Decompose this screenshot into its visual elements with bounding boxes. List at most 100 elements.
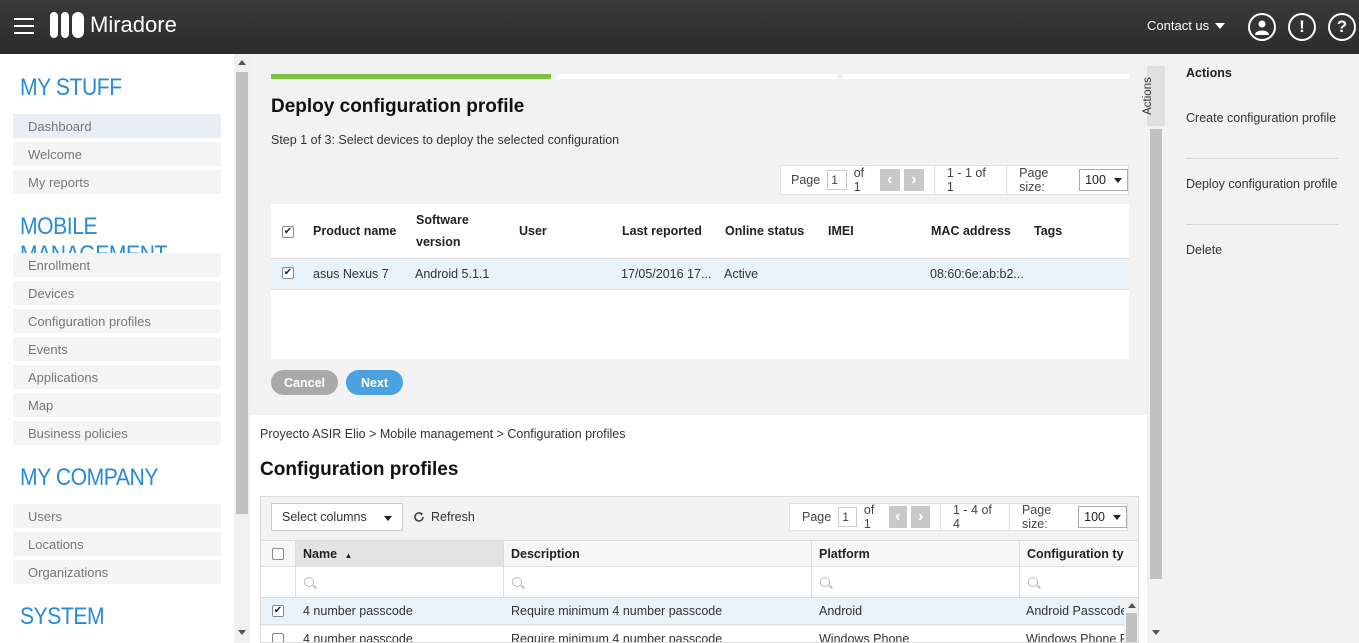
exclamation-icon[interactable]: ! (1288, 13, 1316, 41)
grid-scrollbar[interactable] (1124, 598, 1138, 642)
cancel-button[interactable]: Cancel (271, 370, 338, 395)
scroll-down-icon[interactable] (238, 630, 246, 635)
chevron-down-icon (1112, 514, 1121, 520)
user-icon[interactable] (1248, 13, 1276, 41)
sidebar-item-configuration-profiles[interactable]: Configuration profiles (13, 309, 221, 333)
page-range: 1 - 4 of 4 (952, 503, 992, 531)
sidebar-item-organizations[interactable]: Organizations (13, 560, 221, 584)
table-row[interactable]: ✔ asus Nexus 7 Android 5.1.1 17/05/2016 … (271, 259, 1129, 290)
prev-page-button[interactable]: ‹ (888, 506, 908, 528)
divider (1186, 224, 1338, 225)
sidebar-scrollbar[interactable] (234, 54, 250, 643)
deploy-wizard: Deploy configuration profile Step 1 of 3… (250, 54, 1147, 415)
sidebar-item-enrollment[interactable]: Enrollment (13, 253, 221, 277)
main-scroll-thumb[interactable] (1150, 129, 1162, 579)
select-all-checkbox[interactable]: ✔ (282, 226, 294, 238)
cell-software: Android 5.1.1 (415, 267, 490, 281)
cell-platform: Android (819, 604, 863, 618)
column-mac-address[interactable]: MAC address (931, 220, 1011, 242)
next-page-button[interactable]: › (911, 506, 931, 528)
sort-ascending-icon: ▲ (344, 551, 353, 560)
divider (940, 503, 941, 531)
filter-description-input[interactable] (504, 567, 812, 598)
page-size-label: Page size: (1019, 166, 1049, 194)
next-page-button[interactable]: › (903, 169, 924, 191)
sidebar-item-events[interactable]: Events (13, 337, 221, 361)
filter-platform-input[interactable] (812, 567, 1020, 598)
column-description[interactable]: Description (504, 541, 812, 568)
page-size-select[interactable]: 100 (1079, 169, 1128, 191)
miradore-logo[interactable]: Miradore (50, 10, 177, 40)
page-size-select[interactable]: 100 (1078, 506, 1127, 528)
table-row[interactable]: 4 number passcode Require minimum 4 numb… (261, 626, 1138, 643)
divider (1006, 165, 1008, 195)
column-online-status[interactable]: Online status (725, 220, 804, 242)
sidebar-scroll-thumb[interactable] (236, 72, 248, 514)
column-product-name[interactable]: Product name (313, 220, 396, 242)
column-tags[interactable]: Tags (1034, 220, 1062, 242)
search-icon (512, 577, 522, 587)
page-of-label: of 1 (863, 503, 875, 531)
select-all-checkbox[interactable] (272, 548, 284, 560)
action-deploy-configuration-profile[interactable]: Deploy configuration profile (1186, 176, 1338, 193)
cell-description: Require minimum 4 number passcode (511, 604, 723, 618)
row-checkbox[interactable] (272, 633, 284, 642)
actions-tab-label-box[interactable]: Actions (1142, 66, 1165, 126)
page-title: Configuration profiles (260, 459, 459, 480)
select-columns-dropdown[interactable]: Select columns (271, 503, 403, 531)
select-all-cell (261, 541, 296, 568)
action-create-configuration-profile[interactable]: Create configuration profile (1186, 110, 1338, 127)
sidebar-item-map[interactable]: Map (13, 393, 221, 417)
sidebar-item-my-reports[interactable]: My reports (13, 170, 221, 194)
sidebar-item-devices[interactable]: Devices (13, 281, 221, 305)
refresh-icon (414, 512, 424, 522)
section-title-system: SYSTEM (20, 603, 105, 630)
page-number-input[interactable]: 1 (827, 170, 847, 190)
hamburger-menu-icon[interactable] (14, 18, 34, 34)
column-platform[interactable]: Platform (812, 541, 1020, 568)
sidebar-item-business-policies[interactable]: Business policies (13, 421, 221, 445)
page-number-input[interactable]: 1 (838, 507, 857, 527)
cell-platform: Windows Phone (819, 632, 910, 643)
filter-name-input[interactable] (296, 567, 504, 598)
column-name[interactable]: Name ▲ (296, 541, 504, 568)
grid-toolbar: Select columns Refresh Page 1 of 1 ‹ › 1… (261, 497, 1138, 540)
breadcrumb[interactable]: Proyecto ASIR Elio > Mobile management >… (260, 427, 625, 441)
scroll-down-icon[interactable] (1152, 630, 1160, 635)
chevron-down-icon (1113, 177, 1122, 183)
contact-us-menu[interactable]: Contact us (1147, 18, 1226, 33)
cell-last-reported: 17/05/2016 17... (621, 267, 712, 281)
column-user[interactable]: User (519, 220, 547, 242)
sidebar-item-users[interactable]: Users (13, 504, 221, 528)
scroll-up-icon[interactable] (238, 60, 246, 65)
chevron-down-icon (1215, 22, 1226, 29)
top-bar: Miradore Contact us ! ? (0, 0, 1359, 54)
column-configuration-type[interactable]: Configuration ty (1020, 541, 1138, 568)
question-icon[interactable]: ? (1328, 13, 1356, 41)
contact-us-label: Contact us (1147, 18, 1210, 33)
prev-page-button[interactable]: ‹ (879, 169, 900, 191)
cell-type: Android Passcode (1026, 604, 1124, 618)
wizard-subtitle: Step 1 of 3: Select devices to deploy th… (271, 133, 620, 147)
actions-tab[interactable]: Actions (1142, 54, 1165, 643)
wizard-step-3 (843, 74, 1129, 79)
configuration-profiles-grid: Select columns Refresh Page 1 of 1 ‹ › 1… (260, 496, 1139, 643)
filter-type-input[interactable] (1020, 567, 1138, 598)
sidebar-item-applications[interactable]: Applications (13, 365, 221, 389)
column-software-version[interactable]: Software version (416, 209, 486, 253)
action-delete[interactable]: Delete (1186, 242, 1338, 259)
sidebar-item-locations[interactable]: Locations (13, 532, 221, 556)
next-button[interactable]: Next (346, 370, 403, 395)
column-imei[interactable]: IMEI (828, 220, 854, 242)
grid-scroll-thumb[interactable] (1126, 613, 1137, 642)
column-last-reported[interactable]: Last reported (622, 220, 702, 242)
row-checkbox[interactable]: ✔ (282, 267, 294, 279)
row-checkbox[interactable]: ✔ (272, 605, 284, 617)
divider (1009, 503, 1010, 531)
scroll-up-icon[interactable] (1128, 603, 1136, 608)
actions-panel: Actions Create configuration profile Dep… (1165, 54, 1359, 643)
sidebar-item-dashboard[interactable]: Dashboard (13, 114, 221, 138)
sidebar-item-welcome[interactable]: Welcome (13, 142, 221, 166)
table-row[interactable]: ✔ 4 number passcode Require minimum 4 nu… (261, 598, 1138, 625)
refresh-button[interactable]: Refresh (413, 510, 475, 524)
